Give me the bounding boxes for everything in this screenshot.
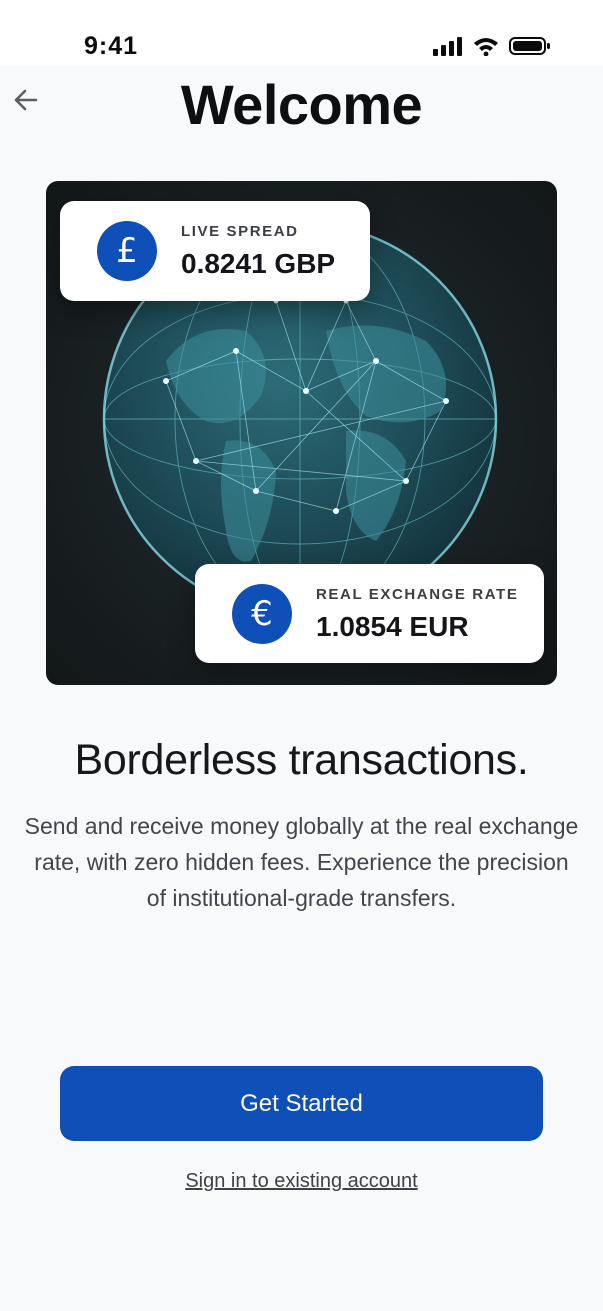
battery-icon: [509, 37, 550, 55]
live-spread-card: £ LIVE SPREAD 0.8241 GBP: [60, 201, 370, 301]
description-line: rate, with zero hidden fees. Experience …: [34, 849, 569, 875]
signal-icon: [433, 37, 462, 56]
description: Send and receive money globally at the r…: [10, 808, 593, 916]
description-line: Send and receive money globally at the r…: [24, 813, 579, 839]
euro-icon: €: [232, 584, 292, 644]
status-bar: 9:41: [0, 0, 603, 66]
sign-in-link[interactable]: Sign in to existing account: [0, 1170, 603, 1193]
live-spread-value: 0.8241 GBP: [181, 248, 336, 279]
status-time: 9:41: [84, 32, 139, 60]
exchange-rate-value: 1.0854 EUR: [316, 611, 469, 642]
exchange-rate-card: € REAL EXCHANGE RATE 1.0854 EUR: [195, 564, 544, 663]
exchange-rate-label: REAL EXCHANGE RATE: [316, 586, 519, 603]
live-spread-label: LIVE SPREAD: [181, 223, 299, 240]
description-line: of institutional-grade transfers.: [146, 885, 457, 911]
page-title: Welcome: [180, 73, 423, 136]
headline: Borderless transactions.: [74, 736, 529, 784]
wifi-icon: [474, 38, 498, 56]
pound-icon: £: [97, 221, 157, 281]
get-started-button[interactable]: Get Started: [60, 1066, 543, 1141]
status-icons: [433, 36, 551, 56]
hero-image: £ LIVE SPREAD 0.8241 GBP € REAL EXCHANGE…: [46, 181, 557, 685]
